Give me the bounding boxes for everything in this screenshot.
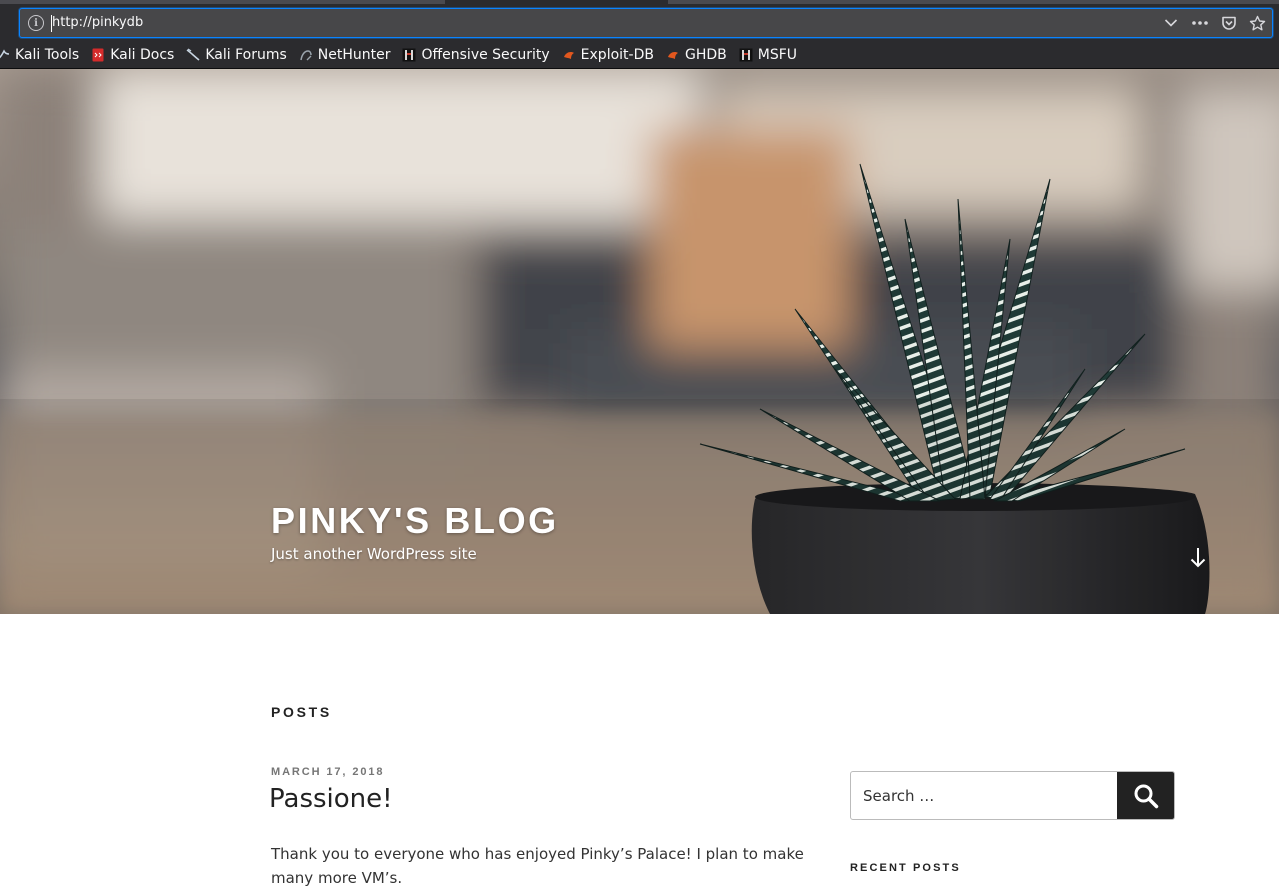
site-header: Pinky's Blog Just another WordPress site xyxy=(0,69,1279,614)
chevron-down-icon[interactable] xyxy=(1156,9,1185,37)
post-date[interactable]: March 17, 2018 xyxy=(271,766,384,778)
page-actions-menu-icon[interactable] xyxy=(1185,9,1214,37)
search-form xyxy=(850,771,1175,820)
bookmark-offensive-security[interactable]: Offensive Security xyxy=(402,43,555,67)
bookmark-nethunter[interactable]: NetHunter xyxy=(299,43,397,67)
bookmark-label: Kali Forums xyxy=(205,47,287,63)
exploit-db-icon xyxy=(563,52,574,59)
search-button[interactable] xyxy=(1117,772,1174,819)
page-heading: Posts xyxy=(271,704,332,720)
bookmark-label: MSFU xyxy=(757,47,797,63)
post-excerpt: Thank you to everyone who has enjoyed Pi… xyxy=(271,845,804,887)
bookmark-ghdb[interactable]: GHDB xyxy=(666,43,733,67)
bookmark-exploit-db[interactable]: Exploit-DB xyxy=(562,43,660,67)
bookmark-star-icon[interactable] xyxy=(1243,9,1272,37)
tab-active[interactable] xyxy=(445,0,668,4)
pocket-icon[interactable] xyxy=(1214,9,1243,37)
scroll-down-arrow-icon[interactable] xyxy=(1185,545,1211,571)
url-bar[interactable]: i http://pinkydb xyxy=(19,8,1273,38)
recent-posts-heading: Recent Posts xyxy=(850,862,961,874)
kali-docs-icon xyxy=(92,48,104,62)
bookmarks-toolbar: Kali Tools Kali Docs Kali Forums NetHunt… xyxy=(0,42,1279,68)
bookmark-kali-forums[interactable]: Kali Forums xyxy=(186,43,292,67)
exploit-db-icon xyxy=(667,52,678,59)
offsec-icon xyxy=(402,48,416,62)
search-icon xyxy=(1134,784,1158,808)
tab-inactive-left[interactable] xyxy=(0,0,445,4)
bookmark-label: GHDB xyxy=(684,47,727,63)
kali-dragon-icon xyxy=(0,49,10,59)
bookmark-label: Offensive Security xyxy=(421,47,550,63)
site-info-icon[interactable]: i xyxy=(28,15,44,31)
bookmark-msfu[interactable]: MSFU xyxy=(739,43,803,67)
tab-strip xyxy=(0,0,1279,4)
bookmark-kali-tools[interactable]: Kali Tools xyxy=(0,43,85,67)
bookmark-label: Kali Tools xyxy=(15,47,80,63)
bookmark-kali-docs[interactable]: Kali Docs xyxy=(91,43,180,67)
tab-inactive-right[interactable] xyxy=(668,0,1279,4)
bookmark-label: Kali Docs xyxy=(110,47,175,63)
site-content: Posts March 17, 2018 Passione! Thank you… xyxy=(0,614,1279,893)
bookmark-label: Exploit-DB xyxy=(580,47,654,63)
url-bar-actions xyxy=(1156,9,1272,37)
browser-toolbar: i http://pinkydb Kali Tools Kali Docs Ka… xyxy=(0,0,1279,69)
header-image xyxy=(0,69,1279,614)
post-title-link[interactable]: Passione! xyxy=(269,784,393,814)
site-title[interactable]: Pinky's Blog xyxy=(271,500,559,542)
url-text[interactable]: http://pinkydb xyxy=(52,15,143,30)
kali-dragon-icon xyxy=(186,48,200,61)
site-description: Just another WordPress site xyxy=(271,545,477,563)
bookmark-label: NetHunter xyxy=(317,47,391,63)
nethunter-icon xyxy=(300,50,312,61)
offsec-icon xyxy=(739,48,753,62)
